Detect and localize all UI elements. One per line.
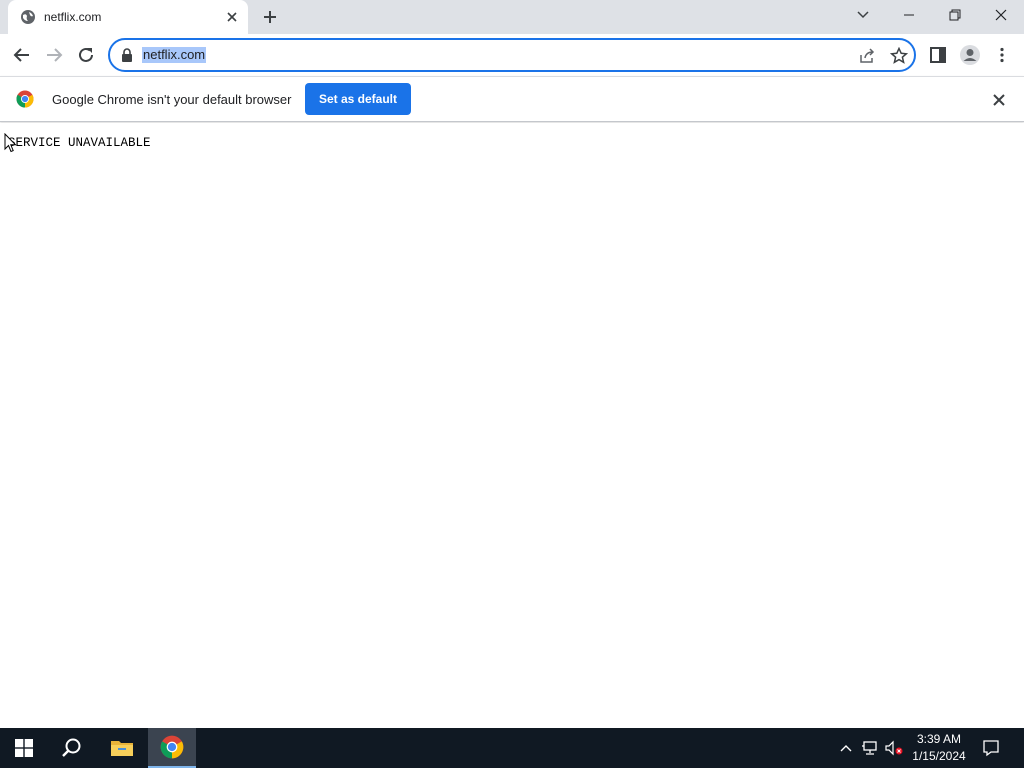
restore-button[interactable] bbox=[932, 0, 978, 30]
action-center-icon[interactable] bbox=[981, 738, 1001, 758]
back-button[interactable] bbox=[10, 43, 34, 67]
close-window-button[interactable] bbox=[978, 0, 1024, 30]
search-icon bbox=[62, 738, 81, 757]
show-hidden-icons-chevron-icon[interactable] bbox=[836, 738, 856, 758]
default-browser-infobar: Google Chrome isn't your default browser… bbox=[0, 76, 1024, 122]
profile-avatar-icon bbox=[960, 45, 980, 65]
file-explorer-button[interactable] bbox=[98, 728, 146, 768]
side-panel-button[interactable] bbox=[926, 43, 950, 67]
profile-button[interactable] bbox=[958, 43, 982, 67]
volume-muted-icon[interactable] bbox=[884, 738, 904, 758]
clock-date: 1/15/2024 bbox=[912, 749, 966, 763]
chrome-icon bbox=[160, 735, 184, 759]
lock-icon[interactable] bbox=[120, 48, 134, 62]
page-content: SERVICE UNAVAILABLE bbox=[0, 123, 1024, 728]
infobar-message: Google Chrome isn't your default browser bbox=[52, 92, 292, 107]
menu-button[interactable] bbox=[990, 43, 1014, 67]
chrome-taskbar-button[interactable] bbox=[148, 728, 196, 768]
reload-button[interactable] bbox=[74, 43, 98, 67]
tab-search-chevron-icon[interactable] bbox=[840, 0, 886, 30]
clock-time: 3:39 AM bbox=[916, 732, 962, 746]
tab-title: netflix.com bbox=[44, 10, 102, 24]
tab-close-icon[interactable] bbox=[224, 9, 240, 25]
network-icon[interactable] bbox=[860, 738, 880, 758]
taskbar-clock[interactable]: 3:39 AM 1/15/2024 bbox=[908, 731, 970, 765]
minimize-button[interactable] bbox=[886, 0, 932, 30]
bookmark-star-icon[interactable] bbox=[890, 47, 908, 65]
windows-taskbar: 3:39 AM 1/15/2024 bbox=[0, 728, 1024, 768]
forward-button[interactable] bbox=[42, 43, 66, 67]
reload-icon bbox=[79, 47, 93, 62]
forward-arrow-icon bbox=[47, 48, 63, 62]
url-text[interactable]: netflix.com bbox=[142, 47, 207, 63]
infobar-close-icon[interactable] bbox=[990, 91, 1008, 109]
globe-icon bbox=[21, 10, 35, 24]
browser-toolbar: netflix.com bbox=[0, 34, 1024, 76]
share-icon[interactable] bbox=[858, 47, 876, 65]
new-tab-plus-icon[interactable] bbox=[260, 7, 280, 27]
back-arrow-icon bbox=[13, 48, 29, 62]
tab-netflix[interactable]: netflix.com bbox=[8, 0, 248, 34]
tab-strip: netflix.com bbox=[0, 0, 1024, 34]
kebab-menu-icon bbox=[1000, 47, 1004, 63]
search-button[interactable] bbox=[48, 728, 96, 768]
address-bar[interactable]: netflix.com bbox=[108, 38, 916, 72]
side-panel-icon bbox=[930, 47, 946, 63]
set-as-default-button[interactable]: Set as default bbox=[305, 83, 411, 115]
windows-logo-icon bbox=[15, 739, 33, 757]
chrome-logo-icon bbox=[16, 90, 34, 108]
folder-icon bbox=[111, 741, 133, 756]
service-unavailable-text: SERVICE UNAVAILABLE bbox=[8, 136, 151, 150]
mouse-cursor-icon bbox=[4, 133, 17, 153]
start-button[interactable] bbox=[0, 728, 48, 768]
